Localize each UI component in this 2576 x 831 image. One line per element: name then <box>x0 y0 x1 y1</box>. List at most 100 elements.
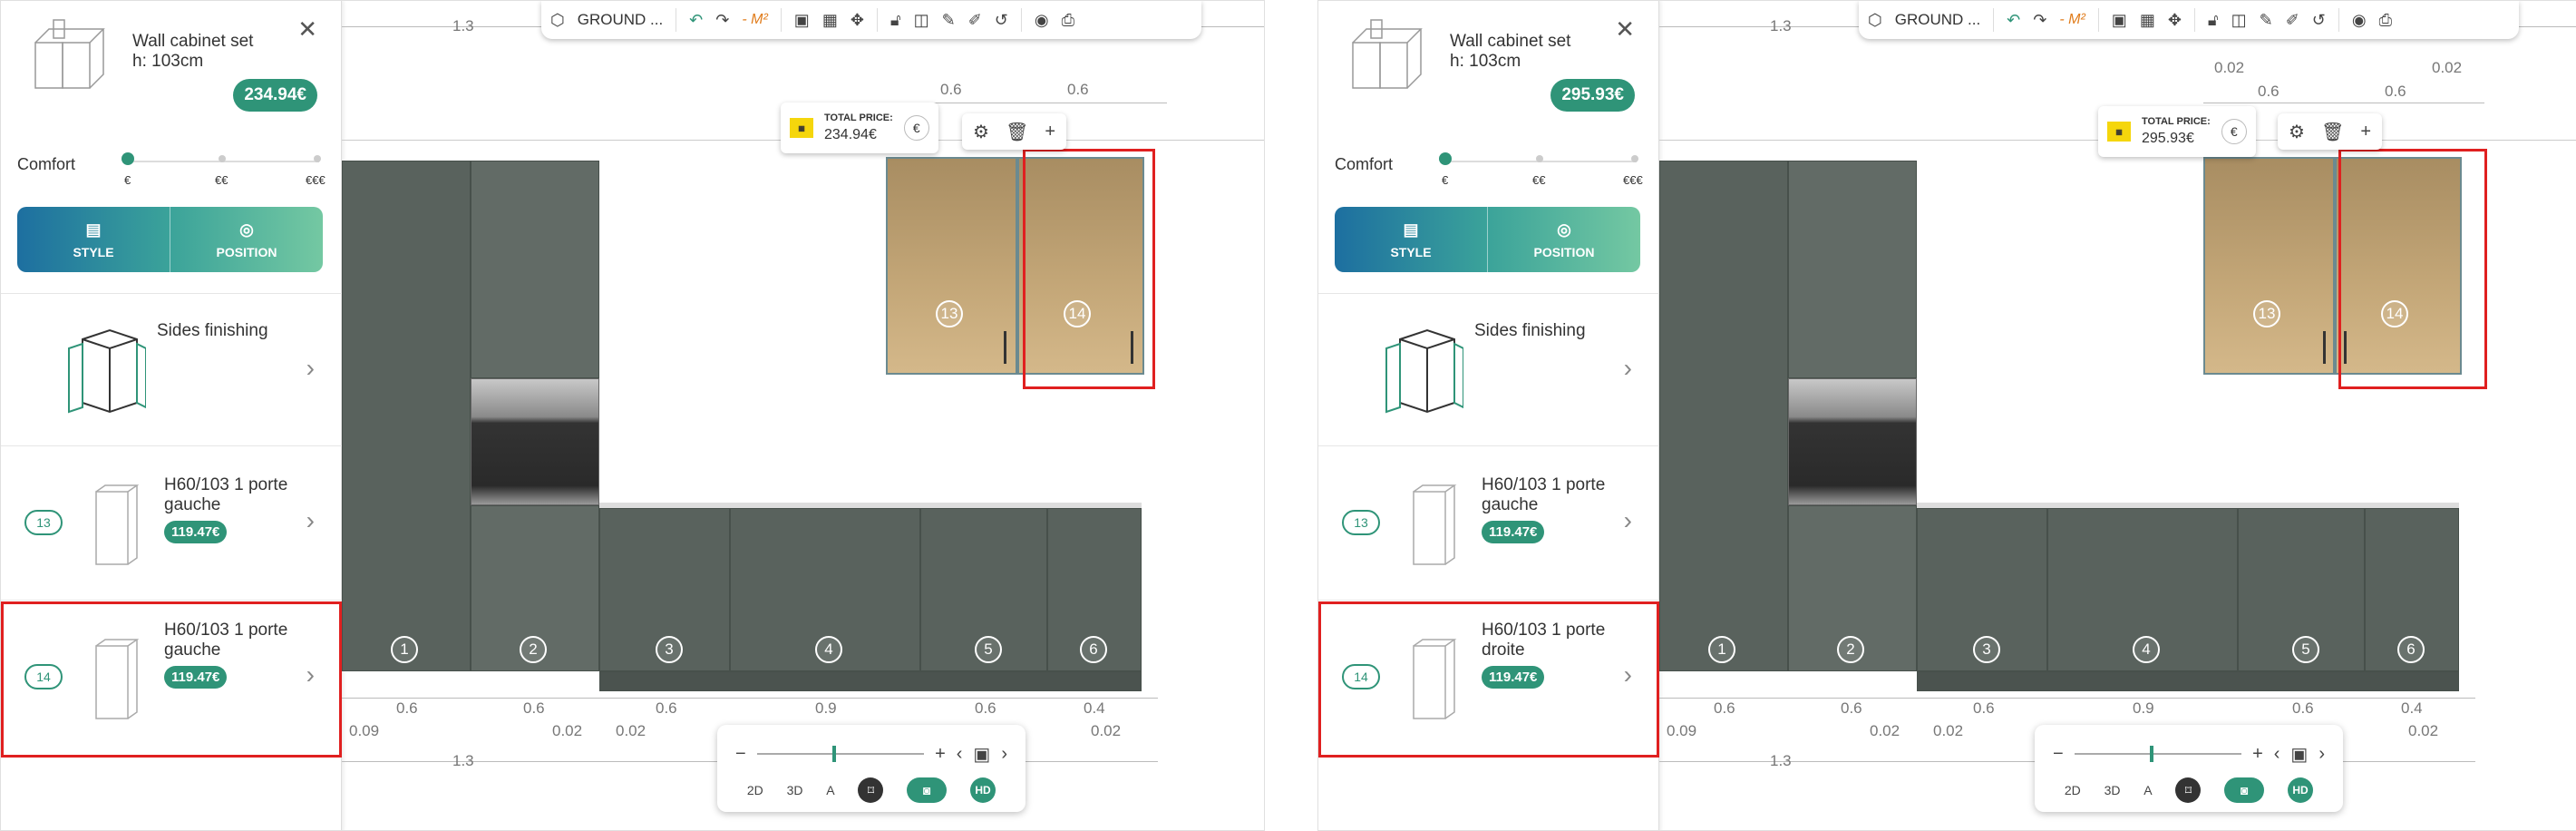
document-icon[interactable]: ▣ <box>794 11 810 30</box>
zoom-knob[interactable] <box>831 746 836 762</box>
add-button[interactable]: + <box>1045 122 1055 142</box>
comfort-slider[interactable]: Comfort € €€ €€€ <box>1 128 341 200</box>
surface-button[interactable]: - M² <box>2059 12 2085 28</box>
currency-button[interactable]: € <box>2221 119 2247 144</box>
ruler-icon[interactable]: ✎ <box>2260 11 2273 30</box>
expand-icon[interactable]: ✥ <box>2168 11 2182 30</box>
chevron-left-icon[interactable]: ‹ <box>957 744 963 765</box>
frame-icon[interactable]: ⌑ <box>858 777 884 803</box>
floor-plan-icon[interactable]: ⬡ <box>1868 11 1882 30</box>
text-icon[interactable]: A <box>826 783 834 797</box>
add-button[interactable]: + <box>2360 122 2371 142</box>
camera-icon[interactable]: ◙ <box>2224 777 2265 803</box>
comfort-dot-3[interactable] <box>1631 155 1638 162</box>
hd-button[interactable]: HD <box>970 777 996 803</box>
mode-2d-button[interactable]: 2D <box>2065 783 2081 797</box>
pen-icon[interactable]: ✐ <box>2286 11 2299 30</box>
map-icon[interactable]: ▦ <box>822 11 838 30</box>
mode-3d-button[interactable]: 3D <box>787 783 803 797</box>
camera-icon[interactable]: ◙ <box>907 777 948 803</box>
cabinet-number[interactable]: 2 <box>520 636 547 663</box>
comfort-knob[interactable] <box>122 152 134 165</box>
settings-icon[interactable]: ⚙ <box>2289 121 2305 143</box>
settings-icon[interactable]: ⚙ <box>973 121 989 143</box>
cube-icon[interactable]: ◫ <box>914 11 929 30</box>
expand-icon[interactable]: ✥ <box>851 11 864 30</box>
print-icon[interactable]: ⎙ <box>2379 11 2392 30</box>
zoom-in-button[interactable]: + <box>2252 744 2263 765</box>
print-icon[interactable]: ⎙ <box>1062 11 1074 30</box>
comfort-dot-3[interactable] <box>314 155 321 162</box>
lock-icon[interactable]: 🔓︎ <box>890 11 901 30</box>
mode-2d-button[interactable]: 2D <box>747 783 763 797</box>
cabinet-number[interactable]: 6 <box>1080 636 1107 663</box>
chevron-right-icon[interactable]: › <box>1001 744 1007 765</box>
zoom-out-button[interactable]: − <box>2053 744 2064 765</box>
trash-icon[interactable]: 🗑︎ <box>2321 121 2344 143</box>
undo-icon[interactable]: ↶ <box>689 11 703 30</box>
cabinet-number[interactable]: 1 <box>391 636 418 663</box>
tall-cabinet-upper[interactable] <box>1788 161 1917 378</box>
currency-button[interactable]: € <box>903 115 929 141</box>
tall-cabinet[interactable] <box>342 161 471 671</box>
tall-cabinet-upper[interactable] <box>471 161 599 378</box>
cabinet-item-13[interactable]: 13 H60/103 1 porte gauche 119.47€ › <box>1 445 342 600</box>
lock-icon[interactable]: 🔓︎ <box>2208 11 2219 30</box>
surface-button[interactable]: - M² <box>742 12 767 28</box>
cabinet-number[interactable]: 14 <box>1064 300 1091 328</box>
level-selector[interactable]: GROUND ... <box>578 11 663 29</box>
comfort-dot-2[interactable] <box>219 155 226 162</box>
undo-icon[interactable]: ↶ <box>2007 11 2020 30</box>
map-icon[interactable]: ▦ <box>2140 11 2155 30</box>
eye-icon[interactable]: ◉ <box>1035 11 1049 30</box>
cabinet-number[interactable]: 5 <box>2292 636 2319 663</box>
tab-position[interactable]: ◎ POSITION <box>1487 207 1640 272</box>
zoom-slider[interactable] <box>756 746 925 762</box>
floor-plan-icon[interactable]: ⬡ <box>550 11 565 30</box>
frame-icon[interactable]: ⌑ <box>2175 777 2202 803</box>
cabinet-item-13[interactable]: 13 H60/103 1 porte gauche 119.47€ › <box>1318 445 1659 600</box>
comfort-slider[interactable]: Comfort € €€ €€€ <box>1318 128 1658 200</box>
text-icon[interactable]: A <box>2143 783 2152 797</box>
zoom-knob[interactable] <box>2149 746 2153 762</box>
oven[interactable] <box>1788 378 1917 505</box>
wall-cabinet-13[interactable] <box>886 157 1017 375</box>
ruler-icon[interactable]: ✎ <box>942 11 956 30</box>
eye-icon[interactable]: ◉ <box>2352 11 2367 30</box>
zoom-slider[interactable] <box>2074 746 2242 762</box>
chevron-left-icon[interactable]: ‹ <box>2274 744 2280 765</box>
pen-icon[interactable]: ✐ <box>968 11 982 30</box>
tab-position[interactable]: ◎ POSITION <box>170 207 323 272</box>
cabinet-number[interactable]: 6 <box>2397 636 2425 663</box>
oven[interactable] <box>471 378 599 505</box>
tab-style[interactable]: ▤ STYLE <box>1335 207 1487 272</box>
wall-cabinet-13[interactable] <box>2203 157 2335 375</box>
close-icon[interactable]: ✕ <box>297 17 317 41</box>
close-icon[interactable]: ✕ <box>1615 17 1635 41</box>
tall-cabinet[interactable] <box>1659 161 1788 671</box>
zoom-in-button[interactable]: + <box>935 744 946 765</box>
chevron-right-icon[interactable]: › <box>2318 744 2325 765</box>
cabinet-number[interactable]: 13 <box>2253 300 2280 328</box>
cabinet-number[interactable]: 3 <box>1973 636 2000 663</box>
design-canvas[interactable]: 1.3 ⬡ GROUND ... ↶ ↷ - M² ▣ ▦ ✥ 🔓︎ ◫ ✎ ✐… <box>1659 1 2576 830</box>
cabinet-number[interactable]: 2 <box>1837 636 1864 663</box>
zoom-out-button[interactable]: − <box>735 744 746 765</box>
magnet-icon[interactable]: ↺ <box>995 11 1008 30</box>
trash-icon[interactable]: 🗑︎ <box>1006 121 1028 143</box>
design-canvas[interactable]: 1.3 ⬡ GROUND ... ↶ ↷ - M² ▣ ▦ ✥ 🔓︎ ◫ ✎ ✐… <box>342 1 1264 830</box>
mode-3d-button[interactable]: 3D <box>2105 783 2121 797</box>
hd-button[interactable]: HD <box>2288 777 2314 803</box>
sides-finishing-row[interactable]: Sides finishing › <box>1 293 342 445</box>
cube-icon[interactable]: ◫ <box>2231 11 2247 30</box>
cabinet-number[interactable]: 14 <box>2381 300 2408 328</box>
cabinet-number[interactable]: 4 <box>2133 636 2160 663</box>
cabinet-number[interactable]: 5 <box>975 636 1002 663</box>
cabinet-number[interactable]: 4 <box>815 636 842 663</box>
level-selector[interactable]: GROUND ... <box>1895 11 1980 29</box>
redo-icon[interactable]: ↷ <box>715 11 729 30</box>
cabinet-number[interactable]: 3 <box>656 636 683 663</box>
redo-icon[interactable]: ↷ <box>2033 11 2046 30</box>
magnet-icon[interactable]: ↺ <box>2312 11 2326 30</box>
view-cube-icon[interactable]: ▣ <box>2290 743 2308 766</box>
